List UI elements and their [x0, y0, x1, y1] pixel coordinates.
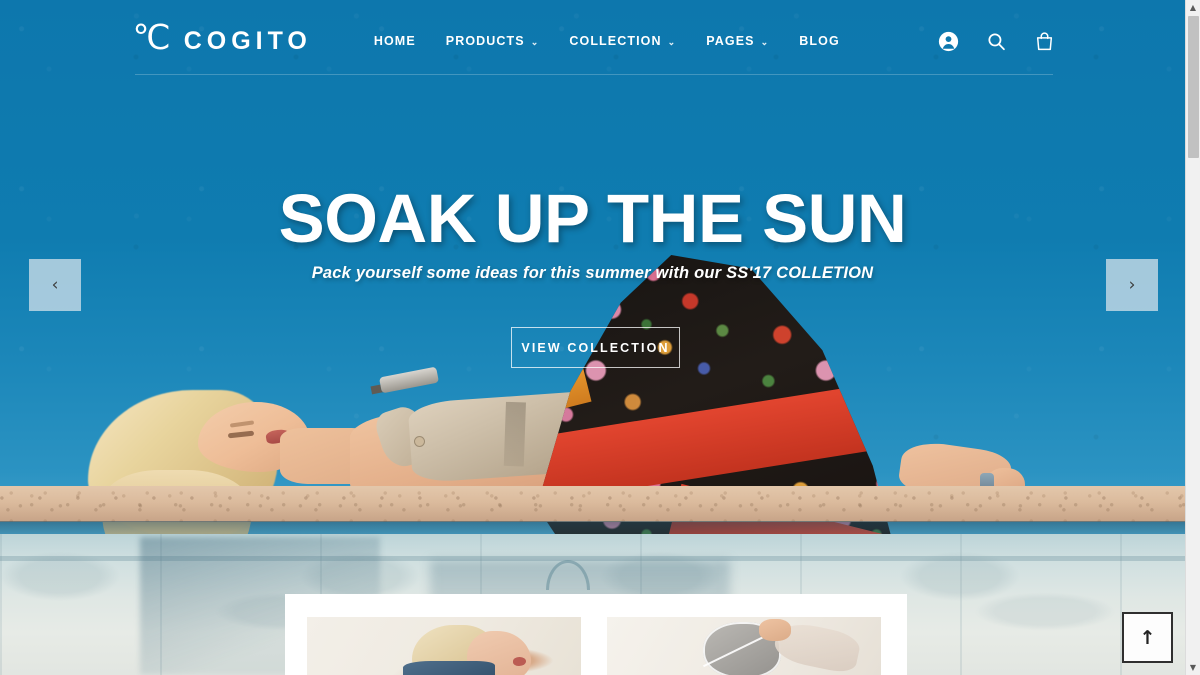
- header-divider: [135, 74, 1053, 75]
- scroll-to-top-button[interactable]: ↑: [1122, 612, 1173, 663]
- brand-logo[interactable]: ℃ COGITO: [132, 20, 312, 58]
- browser-scrollbar[interactable]: ▲ ▼: [1185, 0, 1200, 675]
- logo-monogram-icon: ℃: [132, 20, 171, 57]
- account-icon[interactable]: [938, 30, 960, 52]
- product-card-2[interactable]: [607, 617, 881, 675]
- brand-name: COGITO: [183, 26, 312, 55]
- chevron-down-icon: ⌄: [530, 36, 540, 47]
- card1-denim-collar: [403, 661, 495, 675]
- nav-label-blog: BLOG: [799, 34, 840, 48]
- nav-item-blog[interactable]: BLOG: [799, 34, 840, 48]
- nav-item-products[interactable]: PRODUCTS ⌄: [446, 34, 540, 48]
- nav-item-home[interactable]: HOME: [374, 34, 416, 48]
- search-icon[interactable]: [986, 30, 1008, 52]
- nav-label-home: HOME: [373, 34, 416, 48]
- model-top-button: [414, 436, 425, 447]
- nav-label-collection: COLLECTION: [569, 34, 662, 48]
- carousel-prev-button[interactable]: ‹: [29, 259, 81, 311]
- scrollbar-up-arrow[interactable]: ▲: [1186, 0, 1200, 15]
- header-actions: [938, 30, 1056, 52]
- site-header: ℃ COGITO HOME PRODUCTS ⌄ COLLECTION ⌄ PA…: [0, 0, 1185, 82]
- product-card-1[interactable]: [307, 617, 581, 675]
- scrollbar-down-arrow[interactable]: ▼: [1186, 660, 1200, 675]
- carousel-next-button[interactable]: ›: [1106, 259, 1158, 311]
- featured-cards: [307, 617, 881, 675]
- chevron-down-icon: ⌄: [760, 36, 770, 47]
- nav-item-pages[interactable]: PAGES ⌄: [706, 34, 769, 48]
- page-viewport: ℃ COGITO HOME PRODUCTS ⌄ COLLECTION ⌄ PA…: [0, 0, 1185, 675]
- featured-section: [285, 594, 907, 675]
- nav-label-products: PRODUCTS: [445, 34, 525, 48]
- nav-label-pages: PAGES: [706, 34, 755, 48]
- nav-item-collection[interactable]: COLLECTION ⌄: [569, 34, 676, 48]
- view-collection-button[interactable]: VIEW COLLECTION: [511, 327, 680, 368]
- scrollbar-thumb[interactable]: [1188, 16, 1199, 158]
- main-navigation: HOME PRODUCTS ⌄ COLLECTION ⌄ PAGES ⌄ BLO…: [374, 34, 840, 48]
- card2-hand: [759, 619, 791, 641]
- cart-icon[interactable]: [1034, 30, 1056, 52]
- chevron-down-icon: ⌄: [667, 36, 677, 47]
- concrete-ledge: [0, 486, 1185, 522]
